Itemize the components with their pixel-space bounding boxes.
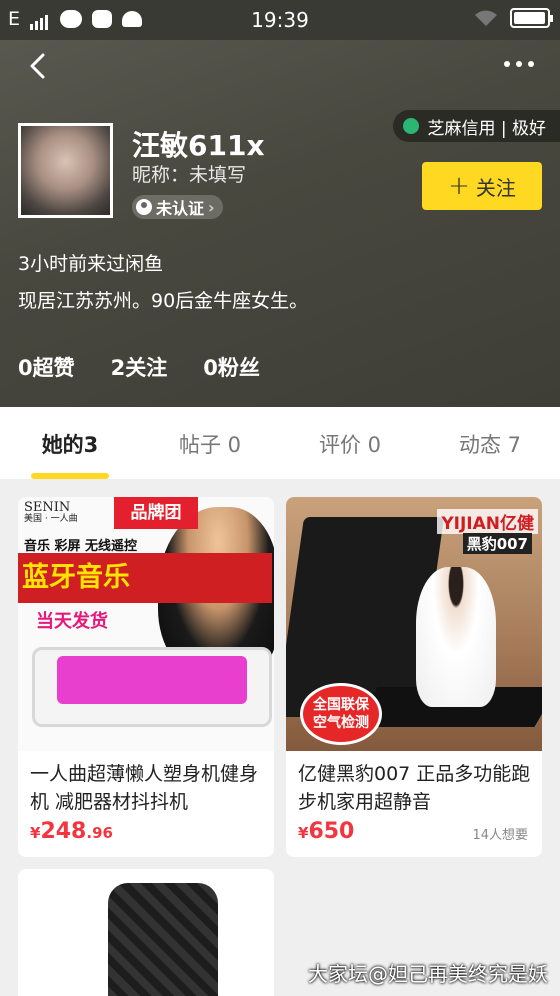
verify-label: 未认证 (156, 199, 205, 218)
image-badge: 全国联保 空气检测 (300, 683, 382, 745)
listing-title: 一人曲超薄懒人塑身机健身机 减肥器材抖抖机 (30, 763, 259, 813)
wifi-icon (475, 10, 497, 26)
tab-indicator (31, 473, 109, 479)
profile-header: E 19:39 芝麻信用 | 极好 汪敏611x 昵称：未填写 未认证 › + … (0, 0, 560, 407)
tab-items[interactable]: 她的3 (0, 407, 140, 479)
tab-items-label: 她的3 (41, 433, 99, 457)
listing-price: ¥650 (298, 819, 354, 844)
plus-icon: + (448, 171, 470, 201)
image-brand: SENIN 美国 · 一人曲 (24, 500, 78, 525)
listing-image: YIJIAN亿健 黑豹007 全国联保空气检测 (286, 497, 542, 751)
product-boot (108, 883, 218, 996)
image-brand: YIJIAN亿健 (437, 509, 538, 534)
image-model: 黑豹007 (462, 533, 532, 554)
back-icon[interactable] (24, 52, 52, 80)
listing-card[interactable]: SENIN 美国 · 一人曲 品牌团 音乐 彩屏 无线遥控 蓝牙音乐 当天发货 一… (18, 497, 274, 857)
sesame-label: 芝麻信用 | 极好 (427, 118, 546, 139)
follow-label: 关注 (475, 175, 516, 200)
image-features: 音乐 彩屏 无线遥控 (24, 539, 138, 554)
tab-reviews-label: 评价 0 (318, 433, 382, 457)
tab-activity[interactable]: 动态 7 (420, 407, 560, 479)
price-symbol: ¥ (298, 824, 309, 842)
bio: 现居江苏苏州。90后金牛座女生。 (18, 290, 309, 312)
chevron-right-icon: › (208, 197, 215, 217)
battery-icon (510, 8, 553, 28)
stat-followers[interactable]: 0粉丝 (203, 352, 260, 382)
badge-line1: 全国联保 (313, 697, 369, 713)
stats-row: 0超赞 2关注 0粉丝 (18, 352, 260, 382)
follow-button[interactable]: + 关注 (422, 162, 542, 210)
image-brand-name: SENIN (24, 500, 71, 515)
tab-posts-label: 帖子 0 (178, 433, 242, 457)
price-integer: 248 (40, 819, 87, 844)
tab-posts[interactable]: 帖子 0 (140, 407, 280, 479)
listing-title: 亿健黑豹007 正品多功能跑步机家用超静音 (298, 763, 531, 813)
watermark: 大家坛@妲己再美终究是妖 (308, 962, 548, 986)
tab-reviews[interactable]: 评价 0 (280, 407, 420, 479)
last-seen: 3小时前来过闲鱼 (18, 253, 164, 275)
price-integer: 650 (308, 819, 355, 844)
stat-following[interactable]: 2关注 (111, 352, 168, 382)
stat-likes[interactable]: 0超赞 (18, 352, 75, 382)
badge-line2: 空气检测 (313, 715, 369, 732)
listing-price: ¥248.96 (30, 819, 113, 844)
image-shipping: 当天发货 (36, 611, 108, 632)
sesame-credit-badge[interactable]: 芝麻信用 | 极好 (393, 110, 560, 142)
status-right (474, 8, 553, 28)
price-symbol: ¥ (30, 824, 41, 842)
price-decimal: .96 (86, 824, 113, 842)
image-brand-sub: 美国 · 一人曲 (24, 514, 78, 525)
listing-card[interactable] (18, 869, 274, 996)
image-tag: 品牌团 (114, 497, 198, 529)
more-icon[interactable] (504, 54, 538, 74)
listing-image (18, 869, 274, 996)
image-banner: 蓝牙音乐 (18, 553, 272, 603)
model-photo (416, 567, 496, 707)
profile-tabs: 她的3 帖子 0 评价 0 动态 7 (0, 407, 560, 479)
verify-badge[interactable]: 未认证 › (132, 195, 223, 219)
listing-card[interactable]: YIJIAN亿健 黑豹007 全国联保空气检测 亿健黑豹007 正品多功能跑步机… (286, 497, 542, 857)
user-name: 汪敏611x (132, 129, 265, 162)
product-pad (57, 656, 247, 704)
wants-count: 14人想要 (472, 828, 528, 843)
product-machine (32, 647, 272, 727)
status-bar: E 19:39 (0, 0, 560, 40)
sesame-icon (403, 118, 420, 134)
listing-image: SENIN 美国 · 一人曲 品牌团 音乐 彩屏 无线遥控 蓝牙音乐 当天发货 (18, 497, 274, 751)
avatar[interactable] (18, 123, 113, 218)
battery-fill (514, 12, 545, 24)
tab-activity-label: 动态 7 (458, 433, 522, 457)
user-icon (136, 199, 152, 215)
nickname: 昵称：未填写 (132, 164, 247, 186)
